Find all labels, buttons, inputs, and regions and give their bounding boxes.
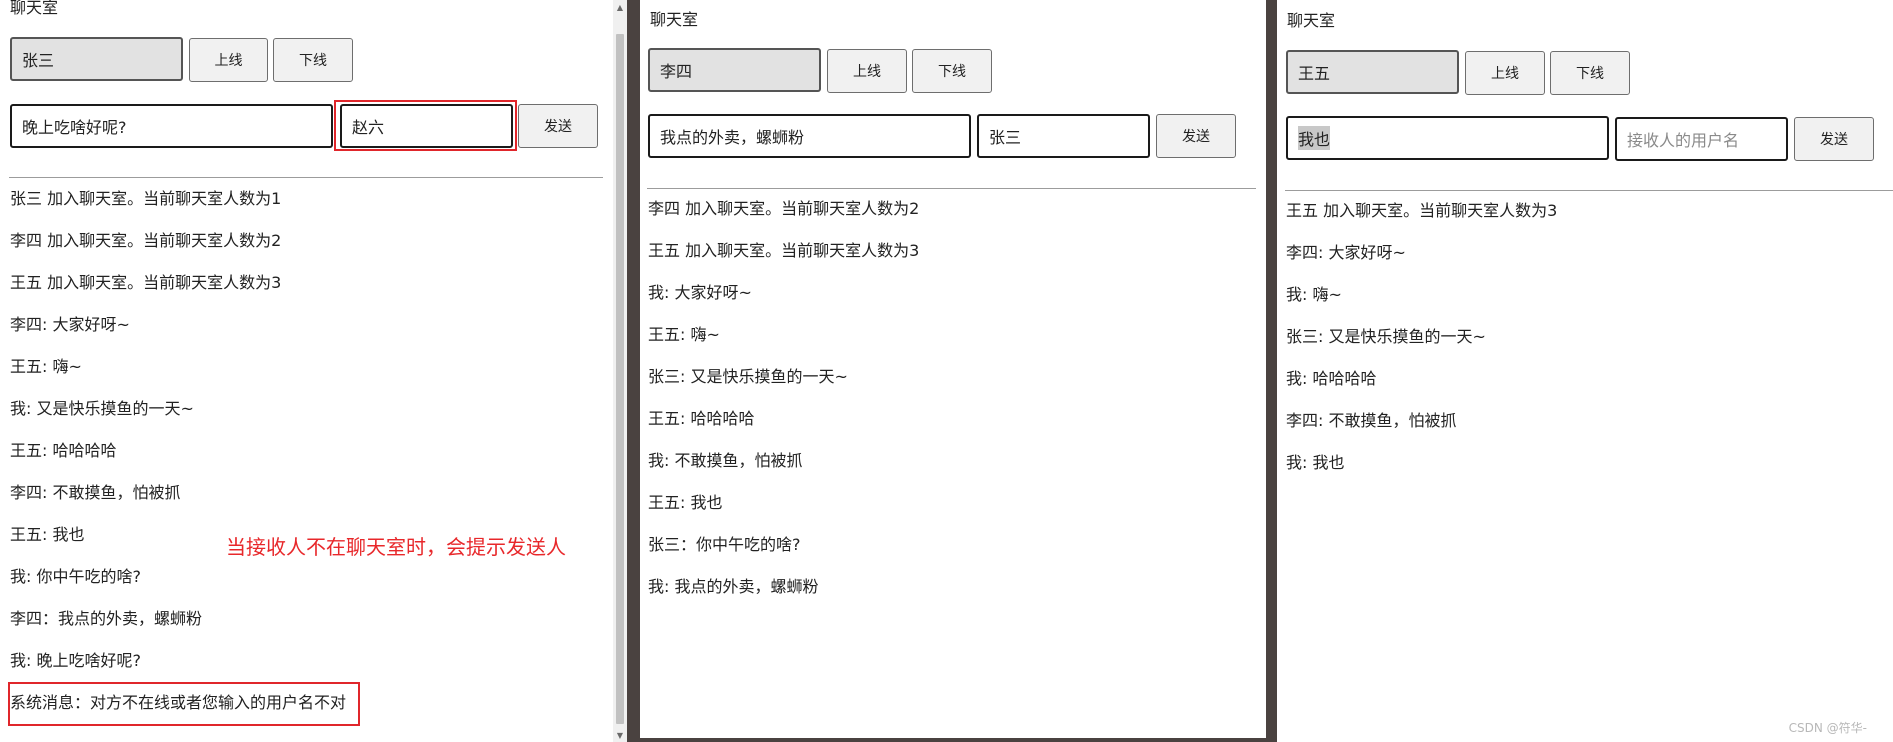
- recipient-input[interactable]: 接收人的用户名: [1615, 117, 1788, 161]
- selected-text: 我也: [1298, 126, 1331, 150]
- list-item: 张三: 又是快乐摸鱼的一天~: [1286, 327, 1486, 346]
- list-item: 李四: 不敢摸鱼，怕被抓: [10, 483, 181, 502]
- list-item: 王五 加入聊天室。当前聊天室人数为3: [10, 273, 282, 292]
- system-message-highlight-box: [8, 682, 360, 726]
- list-item: 李四 加入聊天室。当前聊天室人数为2: [648, 199, 920, 218]
- message-input[interactable]: 我点的外卖，螺蛳粉: [648, 114, 971, 158]
- list-item: 王五: 嗨~: [10, 357, 82, 376]
- chat-window-lisi: 聊天室 李四 上线 下线 我点的外卖，螺蛳粉 张三 发送 李四 加入聊天室。当前…: [640, 0, 1266, 738]
- watermark: CSDN @符华-: [1788, 721, 1867, 735]
- send-button[interactable]: 发送: [1794, 117, 1874, 161]
- divider: [1285, 190, 1893, 191]
- username-input[interactable]: 李四: [648, 48, 821, 92]
- list-item: 王五 加入聊天室。当前聊天室人数为3: [648, 241, 920, 260]
- offline-button[interactable]: 下线: [273, 38, 353, 82]
- list-item: 李四 加入聊天室。当前聊天室人数为2: [10, 231, 282, 250]
- send-button[interactable]: 发送: [518, 104, 598, 148]
- list-item: 张三：你中午吃的啥?: [648, 535, 801, 554]
- list-item: 李四: 不敢摸鱼，怕被抓: [1286, 411, 1457, 430]
- list-item: 我: 哈哈哈哈: [1286, 369, 1377, 388]
- chat-room-title: 聊天室: [10, 0, 59, 17]
- list-item: 我: 嗨~: [1286, 285, 1342, 304]
- list-item: 王五: 我也: [648, 493, 723, 512]
- scroll-up-icon[interactable]: ▲: [613, 0, 627, 14]
- list-item: 王五: 嗨~: [648, 325, 720, 344]
- list-item: 李四: 大家好呀~: [10, 315, 130, 334]
- divider: [9, 177, 603, 178]
- chat-window-zhangsan: 聊天室 张三 上线 下线 晚上吃啥好呢? 赵六 发送 张三 加入聊天室。当前聊天…: [0, 0, 613, 742]
- list-item: 我: 你中午吃的啥?: [10, 567, 141, 586]
- scroll-down-icon[interactable]: ▼: [613, 728, 627, 742]
- message-list: 王五 加入聊天室。当前聊天室人数为3 李四: 大家好呀~ 我: 嗨~ 张三: 又…: [1286, 200, 1557, 494]
- offline-button[interactable]: 下线: [1550, 51, 1630, 95]
- list-item: 我: 我也: [1286, 453, 1345, 472]
- online-button[interactable]: 上线: [827, 49, 907, 93]
- online-button[interactable]: 上线: [1465, 51, 1545, 95]
- message-input[interactable]: 我也: [1286, 116, 1609, 160]
- divider: [647, 188, 1256, 189]
- recipient-highlight-box: [334, 100, 517, 151]
- offline-button[interactable]: 下线: [912, 49, 992, 93]
- list-item: 李四: 大家好呀~: [1286, 243, 1406, 262]
- list-item: 王五: 哈哈哈哈: [648, 409, 755, 428]
- list-item: 我: 又是快乐摸鱼的一天~: [10, 399, 194, 418]
- scroll-thumb[interactable]: [616, 34, 624, 724]
- list-item: 我: 我点的外卖，螺蛳粉: [648, 577, 819, 596]
- list-item: 我: 不敢摸鱼，怕被抓: [648, 451, 803, 470]
- list-item: 张三: 又是快乐摸鱼的一天~: [648, 367, 848, 386]
- list-item: 王五: 哈哈哈哈: [10, 441, 117, 460]
- list-item: 李四：我点的外卖，螺蛳粉: [10, 609, 203, 628]
- scrollbar[interactable]: ▲ ▼: [613, 0, 627, 742]
- send-button[interactable]: 发送: [1156, 114, 1236, 158]
- chat-room-title: 聊天室: [1287, 11, 1336, 30]
- chat-room-title: 聊天室: [650, 10, 699, 29]
- list-item: 王五 加入聊天室。当前聊天室人数为3: [1286, 201, 1558, 220]
- message-list: 张三 加入聊天室。当前聊天室人数为1 李四 加入聊天室。当前聊天室人数为2 王五…: [10, 188, 346, 734]
- username-input[interactable]: 王五: [1286, 50, 1459, 94]
- recipient-input[interactable]: 张三: [977, 114, 1150, 158]
- username-input[interactable]: 张三: [10, 37, 183, 81]
- list-item: 张三 加入聊天室。当前聊天室人数为1: [10, 189, 282, 208]
- message-input[interactable]: 晚上吃啥好呢?: [10, 104, 333, 148]
- chat-window-wangwu: 聊天室 王五 上线 下线 我也 接收人的用户名 发送 王五 加入聊天室。当前聊天…: [1277, 0, 1893, 742]
- list-item: 我: 大家好呀~: [648, 283, 752, 302]
- online-button[interactable]: 上线: [189, 38, 268, 82]
- annotation-text: 当接收人不在聊天室时，会提示发送人: [226, 535, 566, 559]
- message-list: 李四 加入聊天室。当前聊天室人数为2 王五 加入聊天室。当前聊天室人数为3 我:…: [648, 198, 919, 618]
